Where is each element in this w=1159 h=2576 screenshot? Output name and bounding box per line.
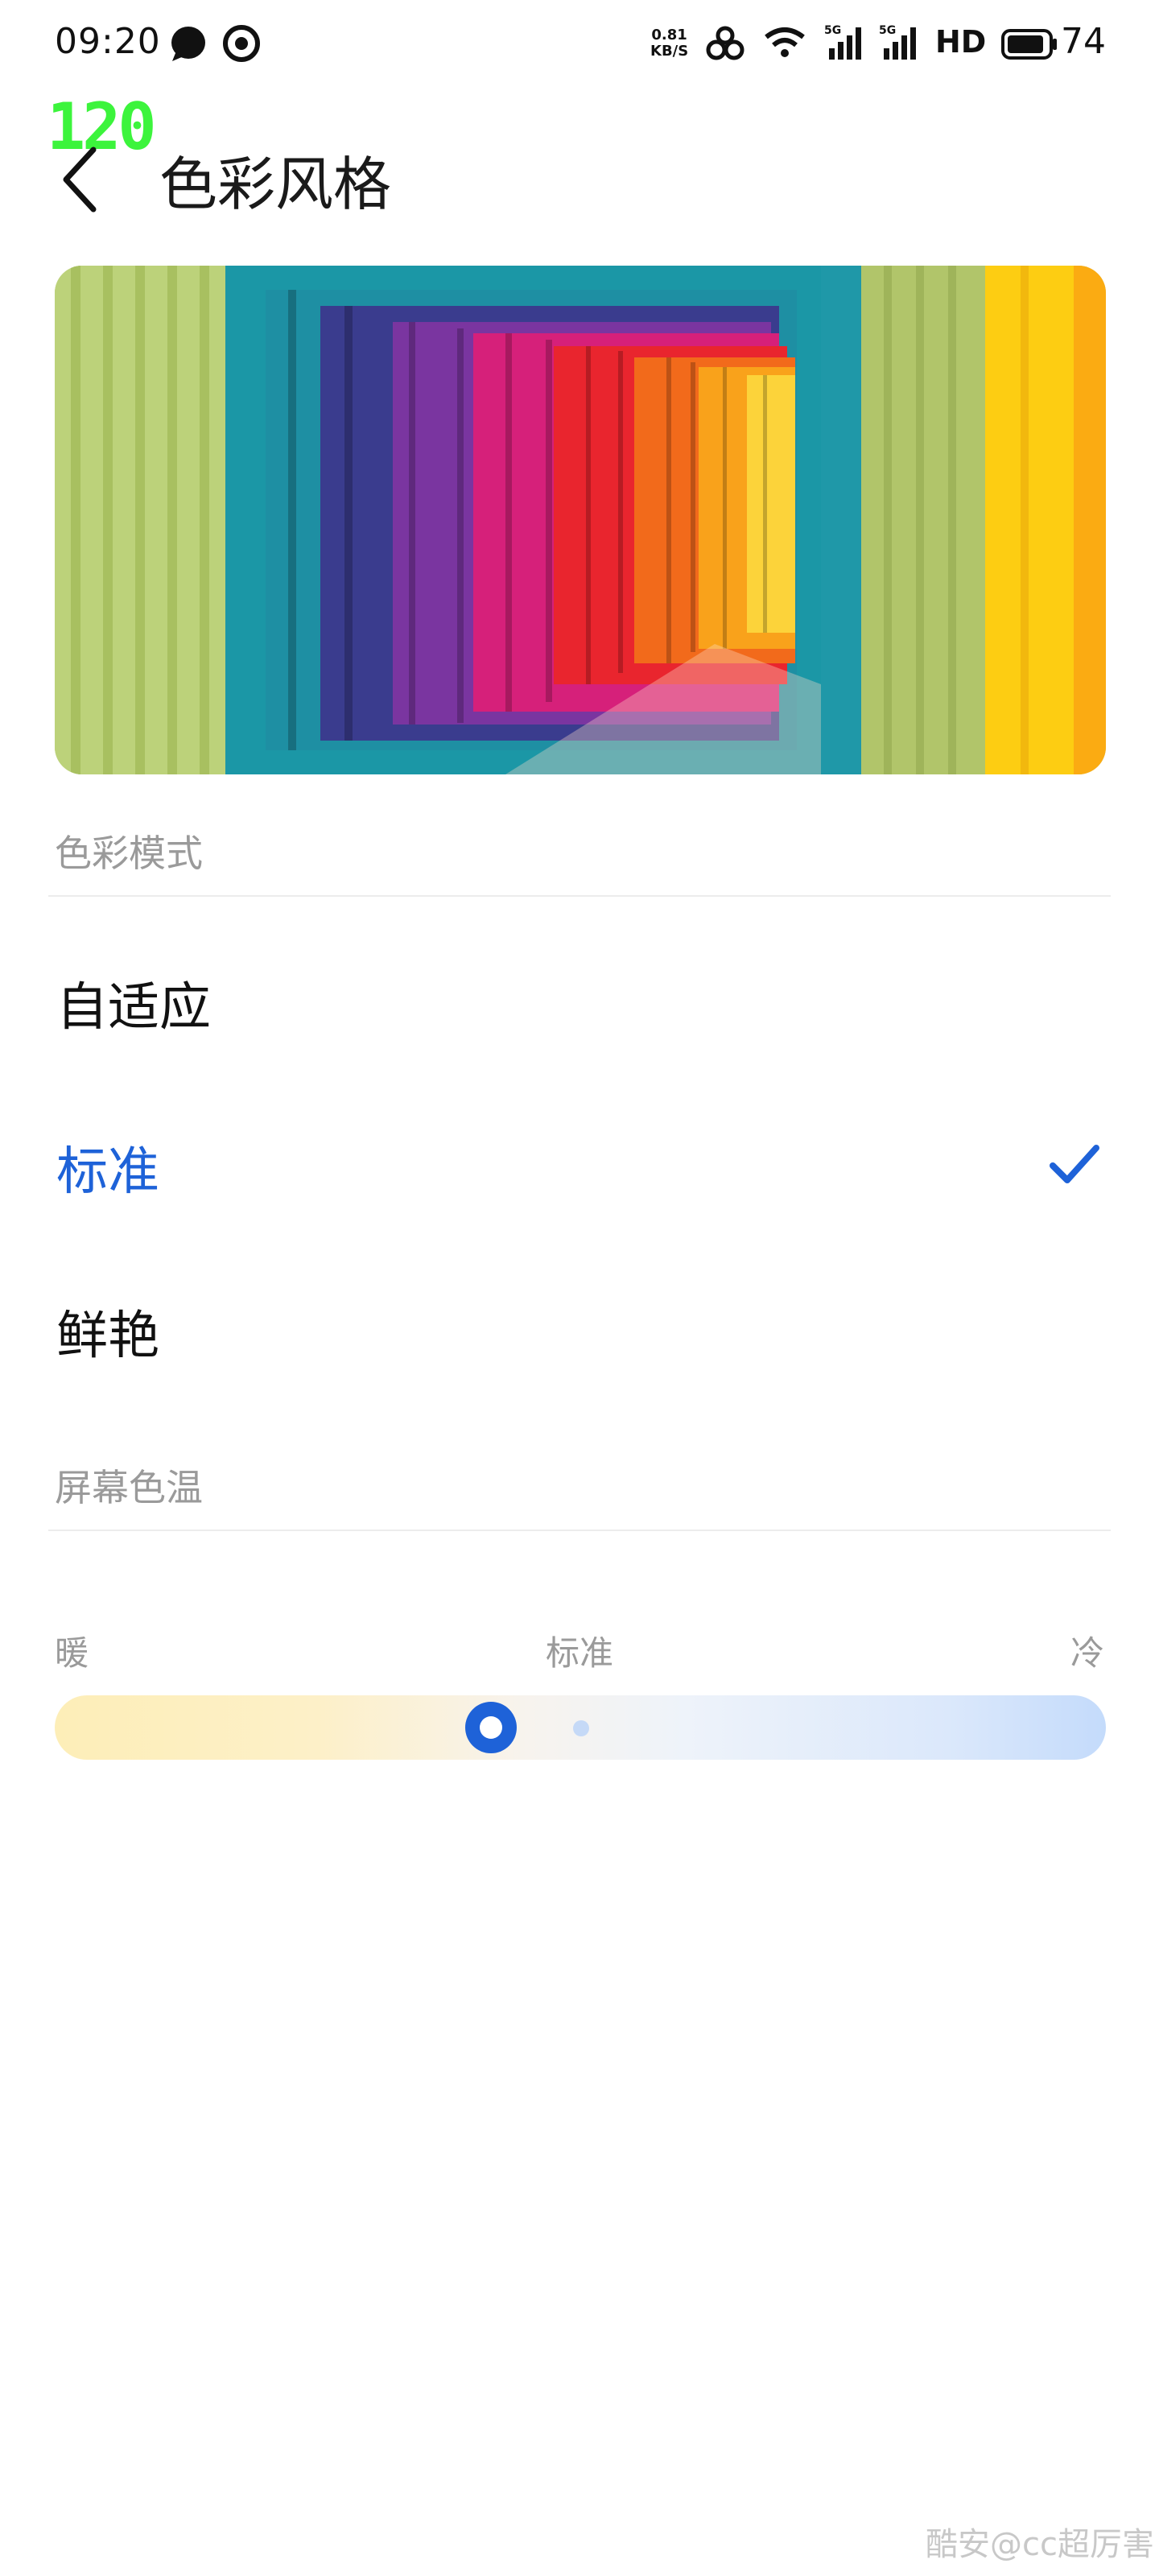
option-adaptive[interactable]: 自适应 xyxy=(0,919,1159,1080)
status-bar: 09:20 0.81 KB/S 5G 5G HD 74 xyxy=(0,0,1159,89)
standard-temp-label: 标准 xyxy=(546,1633,614,1673)
slider-center-marker xyxy=(573,1720,589,1736)
back-arrow-icon[interactable] xyxy=(56,143,105,216)
hd-voice-indicator: HD xyxy=(935,24,987,60)
option-vivid[interactable]: 鲜艳 xyxy=(0,1248,1159,1409)
color-temperature-slider-thumb[interactable] xyxy=(464,1702,517,1753)
signal-5g-icon-2: 5G xyxy=(879,24,916,60)
svg-text:5G: 5G xyxy=(879,24,896,37)
target-icon xyxy=(223,25,260,62)
chat-bubble-icon xyxy=(171,27,205,61)
battery-icon xyxy=(1001,29,1057,60)
battery-level: 74 xyxy=(1061,21,1106,62)
cool-label: 冷 xyxy=(1070,1633,1105,1673)
option-adaptive-label: 自适应 xyxy=(56,978,211,1038)
signal-5g-icon-1: 5G xyxy=(824,24,861,60)
option-vivid-label: 鲜艳 xyxy=(56,1307,159,1366)
status-time: 09:20 xyxy=(55,21,161,62)
color-mode-section-label: 色彩模式 xyxy=(55,832,203,875)
net-speed: 0.81 KB/S xyxy=(650,27,689,60)
option-standard[interactable]: 标准 xyxy=(0,1084,1159,1245)
svg-text:5G: 5G xyxy=(824,24,841,37)
checkmark-icon xyxy=(1050,1145,1099,1183)
hotspot-link-icon xyxy=(706,26,744,60)
warm-label: 暖 xyxy=(55,1633,89,1673)
wifi-icon xyxy=(765,27,805,57)
divider xyxy=(48,1530,1111,1531)
watermark: 酷安@cc超厉害 xyxy=(926,2526,1154,2563)
divider xyxy=(48,895,1111,897)
option-standard-label: 标准 xyxy=(56,1142,159,1202)
page-title: 色彩风格 xyxy=(159,151,392,218)
color-style-preview-image xyxy=(55,266,1106,774)
color-temperature-section-label: 屏幕色温 xyxy=(55,1466,203,1509)
